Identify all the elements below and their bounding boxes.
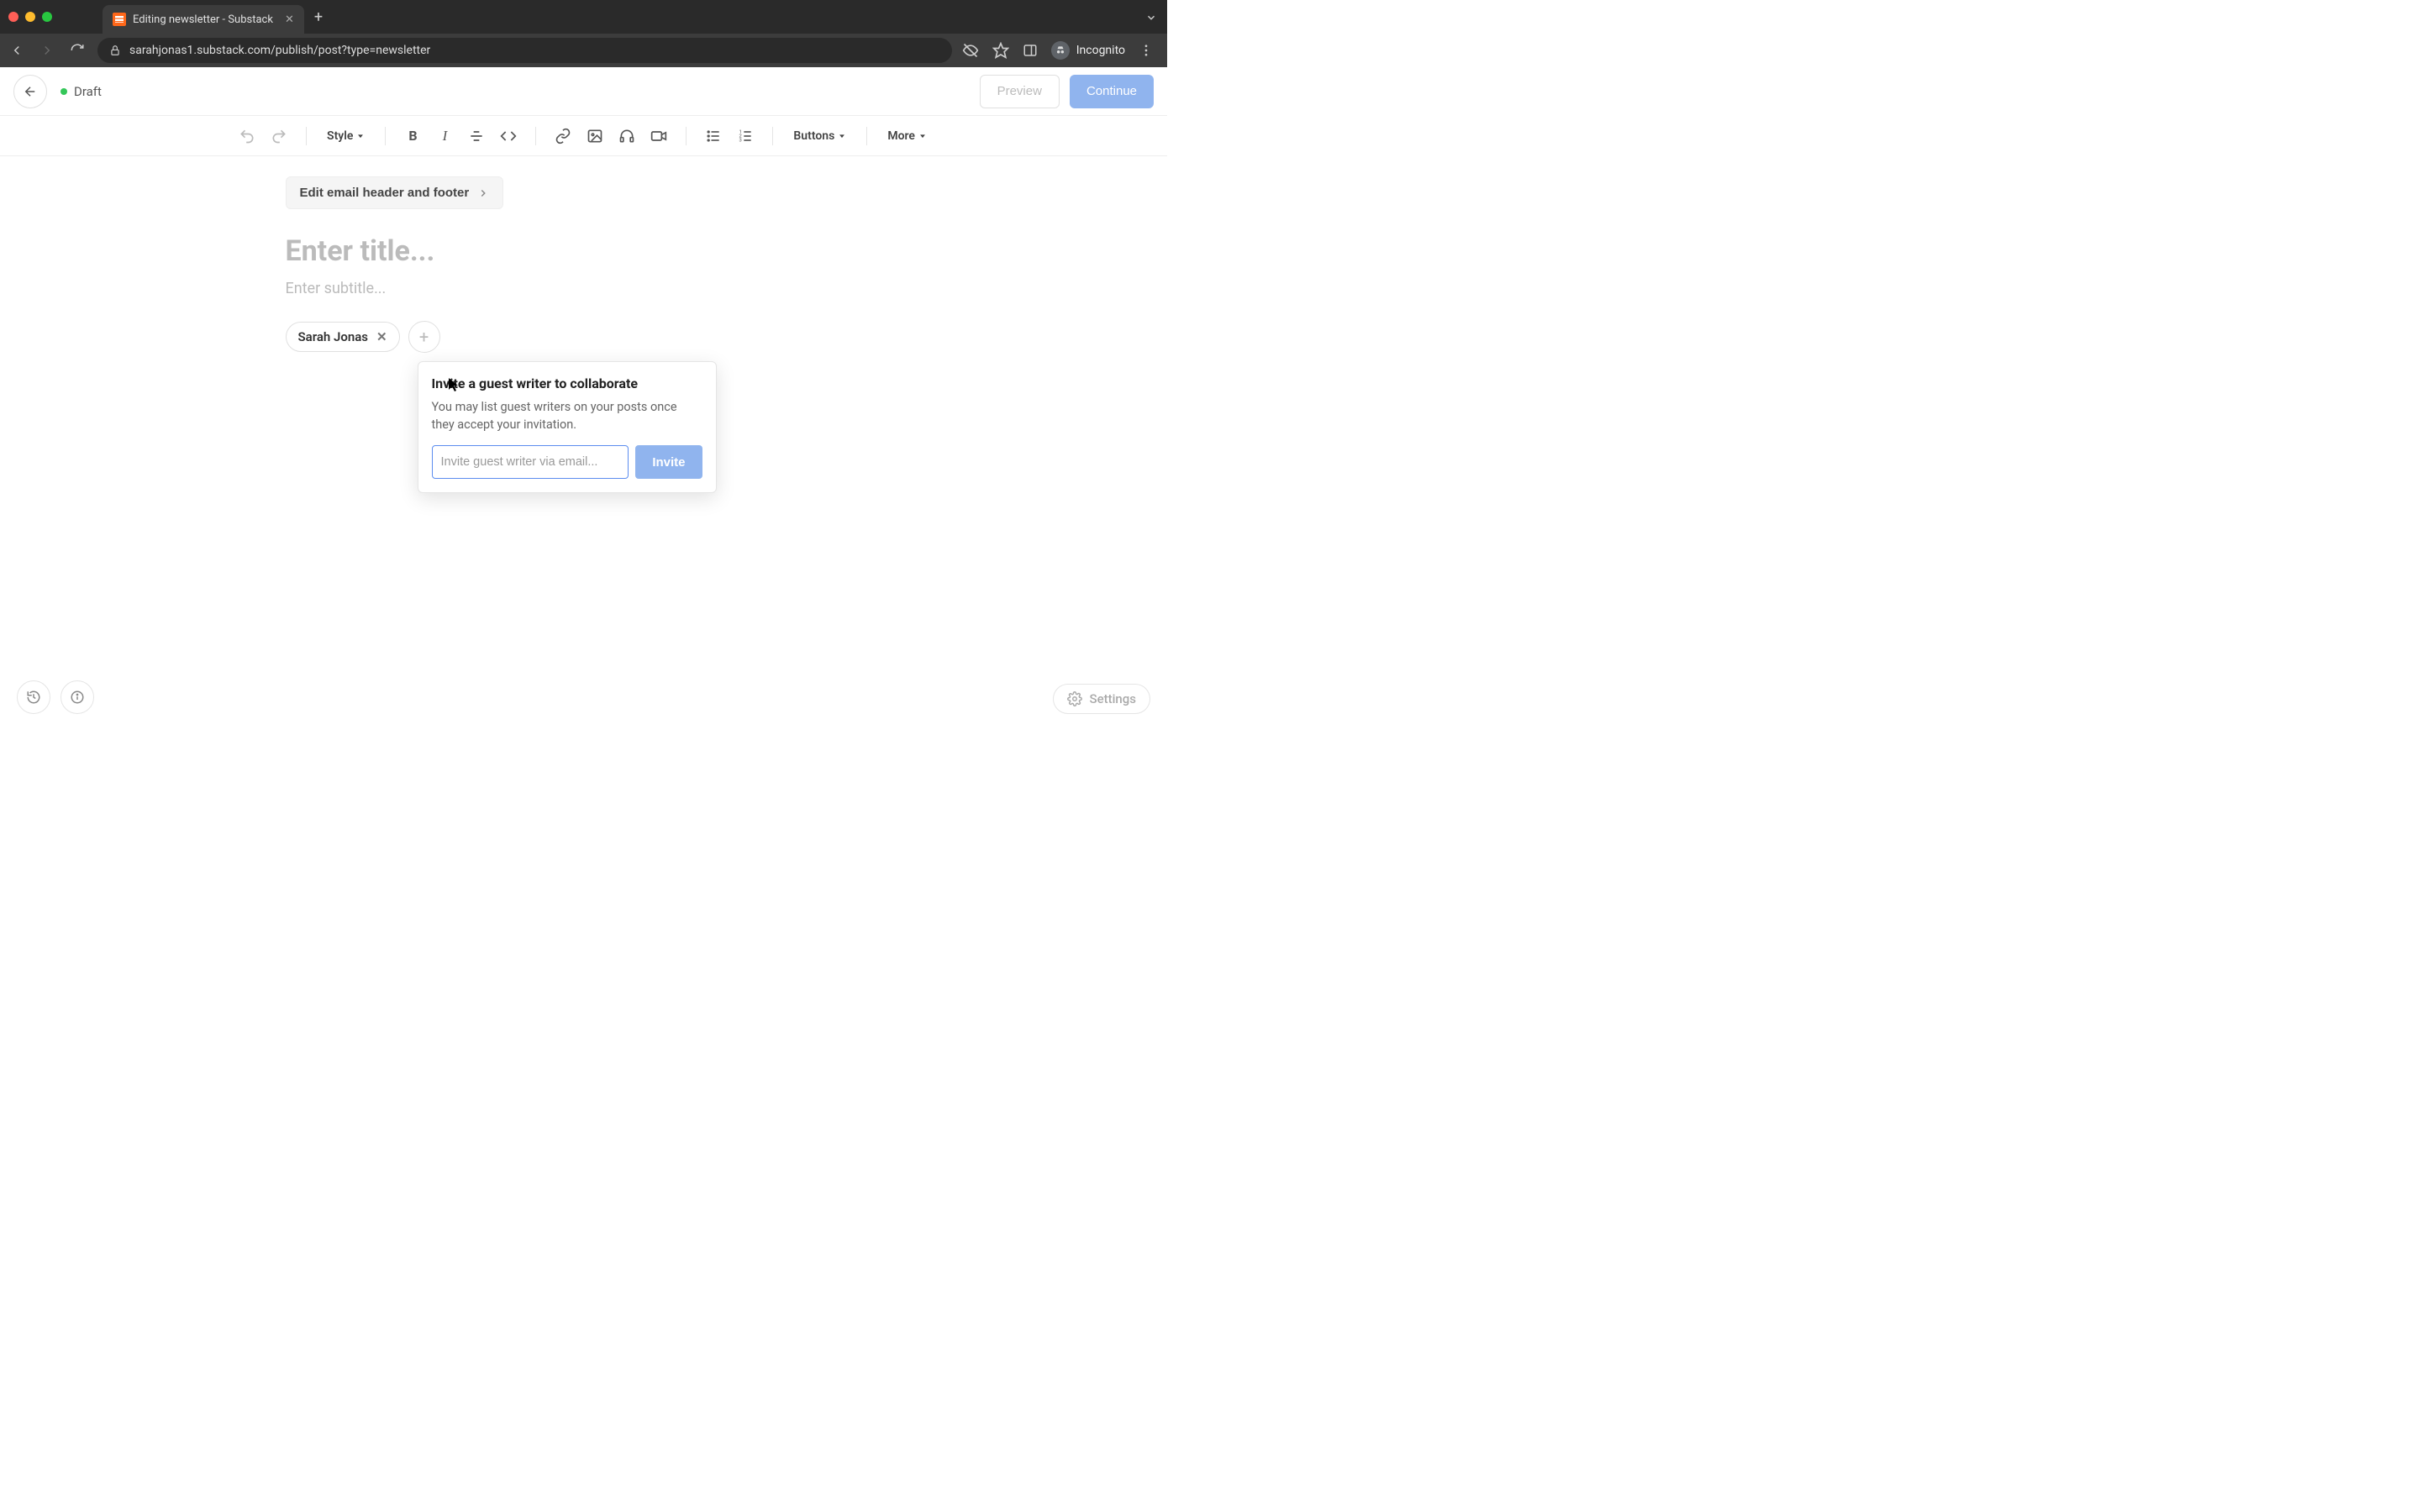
toolbar-divider (306, 127, 307, 145)
author-chip[interactable]: Sarah Jonas ✕ (286, 322, 400, 352)
nav-back-icon[interactable] (7, 40, 27, 60)
tab-overflow-icon[interactable] (1145, 12, 1157, 24)
bottom-left-actions (17, 680, 94, 714)
gear-icon (1067, 691, 1082, 706)
bullet-list-icon[interactable] (698, 121, 729, 151)
author-name: Sarah Jonas (298, 329, 369, 344)
settings-button[interactable]: Settings (1053, 684, 1150, 714)
popover-input-row: Invite (432, 445, 702, 479)
addr-right-icons: Incognito (962, 41, 1160, 60)
caret-down-icon (356, 132, 365, 140)
eye-off-icon[interactable] (962, 42, 979, 59)
settings-label: Settings (1089, 691, 1136, 706)
remove-author-icon[interactable]: ✕ (376, 329, 387, 344)
minimize-window-icon[interactable] (25, 12, 35, 22)
status-dot-icon (60, 88, 67, 95)
header-actions: Preview Continue (980, 75, 1154, 108)
more-dropdown[interactable]: More (879, 121, 935, 151)
draft-status: Draft (60, 84, 102, 99)
link-icon[interactable] (548, 121, 578, 151)
buttons-dropdown[interactable]: Buttons (785, 121, 855, 151)
strikethrough-icon[interactable] (461, 121, 492, 151)
continue-button[interactable]: Continue (1070, 75, 1154, 108)
lock-icon (109, 45, 121, 56)
toolbar-divider (686, 127, 687, 145)
address-bar-row: sarahjonas1.substack.com/publish/post?ty… (0, 34, 1167, 67)
redo-icon[interactable] (264, 121, 294, 151)
style-dropdown[interactable]: Style (318, 121, 373, 151)
incognito-badge[interactable]: Incognito (1051, 41, 1125, 60)
italic-icon[interactable]: I (429, 121, 460, 151)
invite-button[interactable]: Invite (635, 445, 702, 479)
svg-text:3: 3 (739, 138, 742, 143)
window-controls (8, 12, 52, 22)
panel-icon[interactable] (1023, 43, 1038, 58)
new-tab-button[interactable]: + (314, 8, 323, 26)
caret-down-icon (918, 132, 927, 140)
toolbar-divider (772, 127, 773, 145)
tab-bar: Editing newsletter - Substack ✕ + (0, 0, 1167, 34)
incognito-icon (1051, 41, 1070, 60)
add-author-button[interactable]: + (408, 321, 440, 353)
toolbar-divider (535, 127, 536, 145)
browser-tab[interactable]: Editing newsletter - Substack ✕ (103, 5, 304, 34)
toolbar-divider (866, 127, 867, 145)
address-bar[interactable]: sarahjonas1.substack.com/publish/post?ty… (97, 38, 952, 63)
toolbar-divider (385, 127, 386, 145)
edit-email-header-label: Edit email header and footer (300, 186, 470, 200)
more-label: More (887, 129, 915, 143)
close-window-icon[interactable] (8, 12, 18, 22)
reload-icon[interactable] (67, 40, 87, 60)
invite-guest-popover: Invite a guest writer to collaborate You… (418, 361, 717, 493)
info-icon (70, 690, 85, 705)
url-text: sarahjonas1.substack.com/publish/post?ty… (129, 44, 430, 57)
title-input[interactable]: Enter title... (286, 234, 874, 268)
close-tab-icon[interactable]: ✕ (285, 13, 294, 26)
ordered-list-icon[interactable]: 123 (730, 121, 760, 151)
maximize-window-icon[interactable] (42, 12, 52, 22)
audio-icon[interactable] (612, 121, 642, 151)
popover-title: Invite a guest writer to collaborate (432, 375, 702, 391)
bold-icon[interactable]: B (397, 121, 428, 151)
incognito-label: Incognito (1076, 44, 1125, 57)
star-icon[interactable] (992, 42, 1009, 59)
editor-toolbar: Style B I 123 (0, 116, 1167, 156)
history-icon (26, 690, 41, 705)
video-icon[interactable] (644, 121, 674, 151)
tab-title: Editing newsletter - Substack (133, 13, 273, 26)
app-header: Draft Preview Continue (0, 67, 1167, 116)
image-icon[interactable] (580, 121, 610, 151)
status-label: Draft (74, 84, 102, 99)
kebab-menu-icon[interactable] (1139, 43, 1154, 58)
author-row: Sarah Jonas ✕ + Invite a guest writer to… (286, 321, 874, 353)
nav-forward-icon[interactable] (37, 40, 57, 60)
arrow-left-icon (23, 84, 38, 99)
subtitle-input[interactable]: Enter subtitle... (286, 280, 874, 297)
style-label: Style (327, 129, 353, 143)
undo-icon[interactable] (232, 121, 262, 151)
caret-down-icon (838, 132, 846, 140)
history-button[interactable] (17, 680, 50, 714)
popover-description: You may list guest writers on your posts… (432, 398, 702, 433)
code-icon[interactable] (493, 121, 523, 151)
info-button[interactable] (60, 680, 94, 714)
editor-area: Edit email header and footer Enter title… (0, 156, 1167, 353)
back-button[interactable] (13, 75, 47, 108)
edit-email-header-button[interactable]: Edit email header and footer (286, 176, 504, 209)
chevron-right-icon (477, 187, 489, 199)
substack-favicon-icon (113, 13, 126, 26)
plus-icon: + (419, 327, 429, 347)
guest-email-input[interactable] (432, 445, 629, 479)
browser-chrome: Editing newsletter - Substack ✕ + sarahj… (0, 0, 1167, 67)
preview-button[interactable]: Preview (980, 75, 1060, 108)
buttons-label: Buttons (793, 129, 834, 143)
